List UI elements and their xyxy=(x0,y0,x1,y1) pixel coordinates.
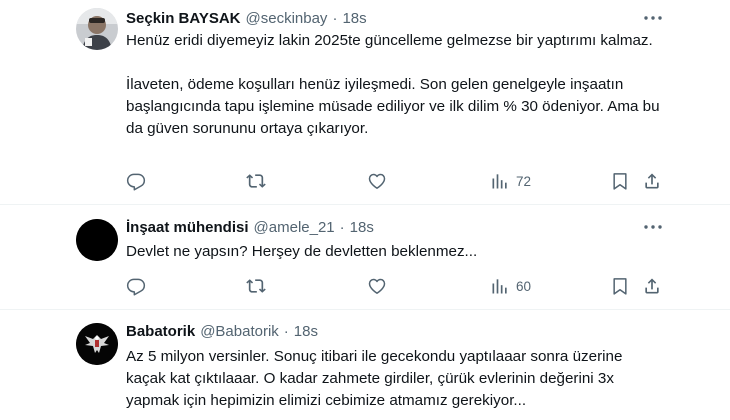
author-name[interactable]: Babatorik xyxy=(126,323,195,340)
views-count: 72 xyxy=(516,173,532,189)
retweet-button[interactable] xyxy=(246,275,266,297)
like-button[interactable] xyxy=(367,275,387,297)
tweet-text: Devlet ne yapsın? Herşey de devletten be… xyxy=(126,241,671,263)
avatar-babatorik[interactable] xyxy=(76,323,118,365)
eagle-emblem-avatar-icon xyxy=(76,323,118,365)
bookmark-icon xyxy=(613,278,627,295)
avatar-seckinbay[interactable] xyxy=(76,8,118,50)
tweet-paragraph: Devlet ne yapsın? Herşey de devletten be… xyxy=(126,243,478,260)
black-circle-avatar-icon xyxy=(76,219,118,261)
action-bar: 60 xyxy=(126,275,666,297)
tweet-paragraph: Henüz eridi diyemeyiz lakin 2025te günce… xyxy=(126,32,653,49)
share-button[interactable] xyxy=(642,275,662,297)
reply-button[interactable] xyxy=(126,275,146,297)
tweet-paragraph: İlaveten, ödeme koşulları henüz iyileşme… xyxy=(126,76,660,137)
more-dots-icon[interactable] xyxy=(642,8,664,28)
views-count: 60 xyxy=(516,278,532,294)
timestamp[interactable]: 18s xyxy=(294,323,318,340)
author-name[interactable]: Seçkin BAYSAK xyxy=(126,10,241,27)
tweet-text: Az 5 milyon versinler. Sonuç itibari ile… xyxy=(126,346,656,412)
timestamp[interactable]: 18s xyxy=(350,219,374,236)
views-button[interactable]: 72 xyxy=(490,170,531,192)
tweet-seckinbay[interactable]: Seçkin BAYSAK @seckinbay · 18s Henüz eri… xyxy=(0,0,730,205)
heart-icon xyxy=(368,278,386,294)
reply-button[interactable] xyxy=(126,170,146,192)
retweet-icon xyxy=(246,174,266,188)
share-icon xyxy=(645,173,659,189)
separator-dot: · xyxy=(339,218,345,236)
share-button[interactable] xyxy=(642,170,662,192)
timestamp[interactable]: 18s xyxy=(342,10,366,27)
bookmark-icon xyxy=(613,173,627,190)
separator-dot: · xyxy=(332,9,338,27)
reply-icon xyxy=(126,173,146,191)
tweet-babatorik[interactable]: Babatorik @Babatorik · 18s Az 5 milyon v… xyxy=(0,310,730,420)
tweet-paragraph: Az 5 milyon versinler. Sonuç itibari ile… xyxy=(126,348,623,409)
retweet-icon xyxy=(246,279,266,293)
views-chart-icon xyxy=(492,174,507,189)
action-bar: 72 xyxy=(126,170,666,192)
author-handle[interactable]: @amele_21 xyxy=(254,219,335,236)
tweet-header: İnşaat mühendisi @amele_21 · 18s xyxy=(126,217,374,237)
like-button[interactable] xyxy=(367,170,387,192)
author-name[interactable]: İnşaat mühendisi xyxy=(126,219,249,236)
share-icon xyxy=(645,278,659,294)
more-dots-icon[interactable] xyxy=(642,217,664,237)
bookmark-button[interactable] xyxy=(610,275,630,297)
bookmark-button[interactable] xyxy=(610,170,630,192)
heart-icon xyxy=(368,173,386,189)
author-handle[interactable]: @seckinbay xyxy=(246,10,328,27)
tweet-text: Henüz eridi diyemeyiz lakin 2025te günce… xyxy=(126,30,671,140)
tweet-header: Babatorik @Babatorik · 18s xyxy=(126,321,318,341)
separator-dot: · xyxy=(283,322,289,340)
retweet-button[interactable] xyxy=(246,170,266,192)
tweet-amele_21[interactable]: İnşaat mühendisi @amele_21 · 18s Devlet … xyxy=(0,205,730,309)
avatar-amele_21[interactable] xyxy=(76,219,118,261)
author-handle[interactable]: @Babatorik xyxy=(200,323,279,340)
views-button[interactable]: 60 xyxy=(490,275,531,297)
views-chart-icon xyxy=(492,279,507,294)
tweet-header: Seçkin BAYSAK @seckinbay · 18s xyxy=(126,8,367,28)
profile-photo-person-icon xyxy=(76,8,118,50)
reply-icon xyxy=(126,278,146,296)
